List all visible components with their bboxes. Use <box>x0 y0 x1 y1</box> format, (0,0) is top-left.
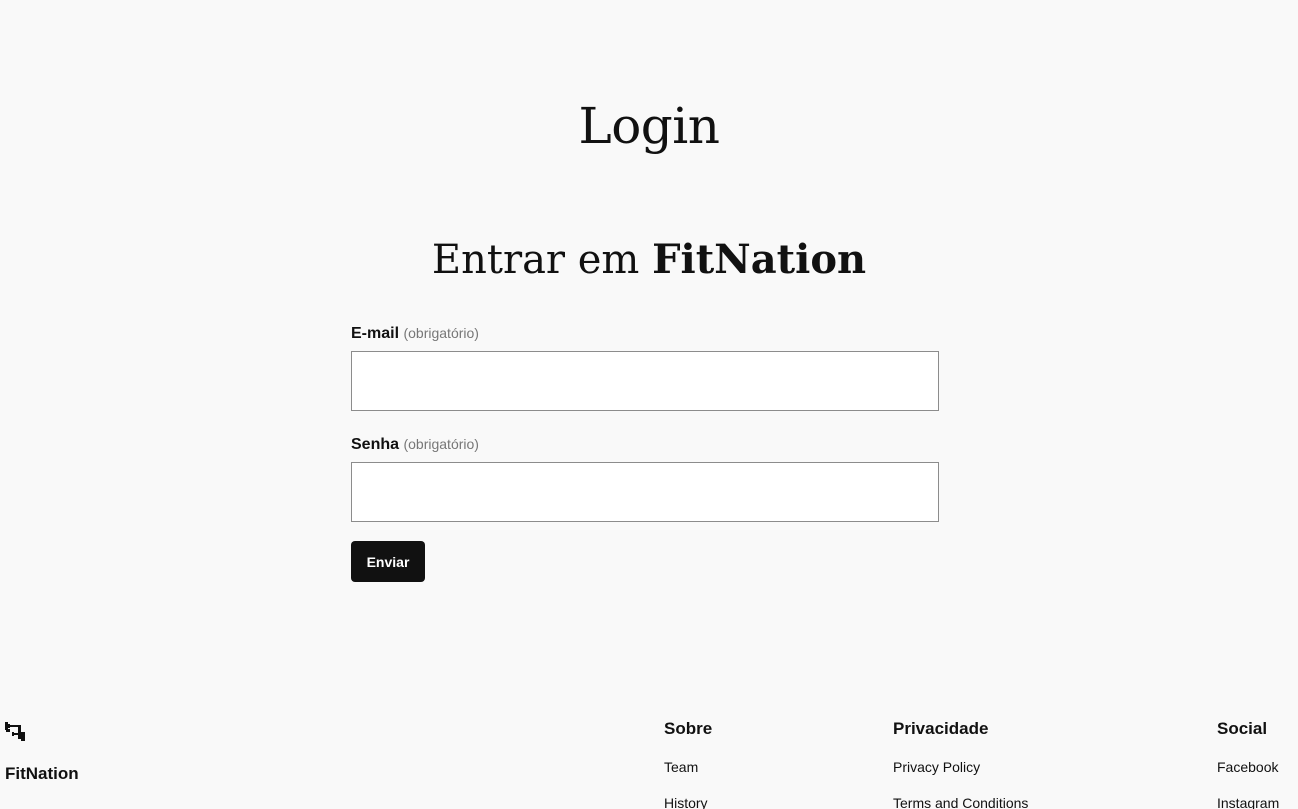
password-field[interactable] <box>351 462 939 522</box>
email-label: E-mail (obrigatório) <box>351 320 939 347</box>
footer-link-team[interactable]: Team <box>664 757 712 777</box>
footer-column-social: Social Facebook Instagram <box>1217 716 1279 809</box>
footer-link-list: Team History <box>664 757 712 809</box>
page-title: Login <box>578 97 720 155</box>
submit-button[interactable]: Enviar <box>351 541 425 582</box>
footer-link-terms[interactable]: Terms and Conditions <box>893 793 1028 809</box>
footer-column-privacidade: Privacidade Privacy Policy Terms and Con… <box>893 716 1028 809</box>
footer-column-sobre: Sobre Team History <box>664 716 712 809</box>
email-label-text: E-mail <box>351 325 400 342</box>
footer-link-list: Facebook Instagram <box>1217 757 1279 809</box>
password-required-note: (obrigatório) <box>403 436 479 452</box>
password-field-group: Senha (obrigatório) <box>351 431 939 522</box>
login-form: E-mail (obrigatório) Senha (obrigatório)… <box>351 320 939 582</box>
footer-link-facebook[interactable]: Facebook <box>1217 757 1279 777</box>
email-field[interactable] <box>351 351 939 411</box>
password-label-text: Senha <box>351 436 400 453</box>
footer-link-privacy-policy[interactable]: Privacy Policy <box>893 757 1028 777</box>
form-heading-prefix: Entrar em <box>431 237 640 283</box>
footer-link-instagram[interactable]: Instagram <box>1217 793 1279 809</box>
email-field-group: E-mail (obrigatório) <box>351 320 939 411</box>
password-label: Senha (obrigatório) <box>351 431 939 458</box>
footer-column-title: Privacidade <box>893 719 989 738</box>
site-footer: FitNation Sobre Team History Privacidade… <box>0 716 1298 809</box>
footer-link-history[interactable]: History <box>664 793 712 809</box>
dumbbell-logo-icon[interactable] <box>4 720 26 742</box>
footer-column-title: Sobre <box>664 719 713 738</box>
form-heading-brand: FitNation <box>652 236 867 283</box>
login-page: Login Entrar em FitNation E-mail (obriga… <box>0 0 1298 809</box>
footer-link-list: Privacy Policy Terms and Conditions <box>893 757 1028 809</box>
email-required-note: (obrigatório) <box>403 325 479 341</box>
footer-site-name[interactable]: FitNation <box>5 762 79 786</box>
form-heading: Entrar em FitNation <box>0 232 1298 288</box>
footer-column-title: Social <box>1217 719 1268 738</box>
